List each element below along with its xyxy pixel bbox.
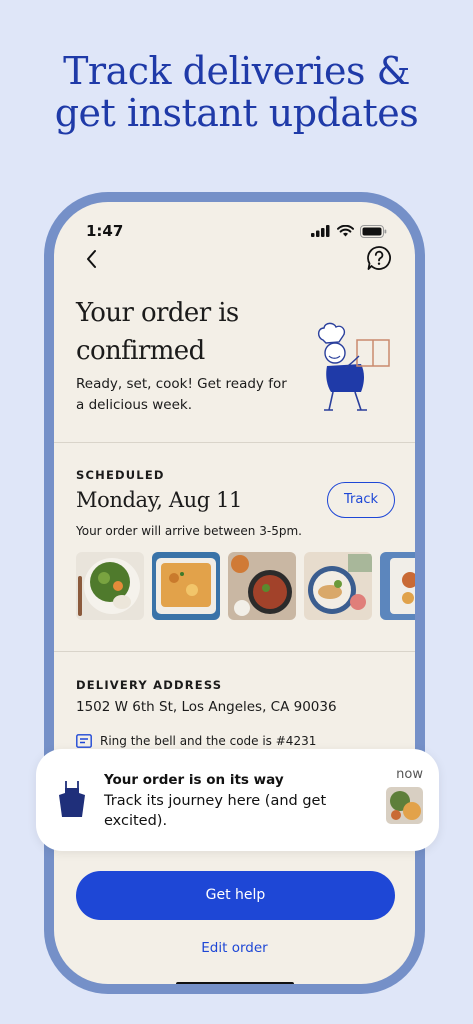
wifi-icon <box>337 225 354 237</box>
delivery-date: Monday, Aug 11 <box>76 488 242 512</box>
phone-screen: 1:47 Your order is confirmed Ready, set,… <box>54 202 415 984</box>
headline-line-1: Track deliveries & <box>63 49 410 93</box>
status-bar: 1:47 <box>86 222 387 240</box>
delivery-note: Ring the bell and the code is #4231 <box>76 734 316 748</box>
confirmation-subtitle: Ready, set, cook! Get ready for a delici… <box>76 376 287 413</box>
notification-time: now <box>396 767 423 782</box>
get-help-button[interactable]: Get help <box>76 871 395 920</box>
meal-thumbnail[interactable] <box>304 552 372 620</box>
note-icon <box>76 734 92 748</box>
salad-bowl-icon <box>76 552 144 620</box>
phone-frame: 1:47 Your order is confirmed Ready, set,… <box>44 192 425 994</box>
notification-title: Your order is on its way <box>104 772 284 788</box>
delivery-address: 1502 W 6th St, Los Angeles, CA 90036 <box>76 699 337 715</box>
home-indicator[interactable] <box>176 982 294 984</box>
notification-body: Track its journey here (and get excited)… <box>104 793 327 829</box>
chevron-left-icon[interactable] <box>80 246 106 272</box>
apron-icon <box>59 781 85 817</box>
plated-chicken-icon <box>304 552 372 620</box>
status-time: 1:47 <box>86 222 124 240</box>
meal-thumbnail[interactable] <box>380 552 415 620</box>
skillet-dish-icon <box>228 552 296 620</box>
divider <box>54 442 415 443</box>
sheet-pan-meal-icon <box>380 552 415 620</box>
headline: Track deliveries & get instant updates <box>0 50 473 134</box>
signal-icon <box>311 225 330 237</box>
meal-thumbnail[interactable] <box>76 552 144 620</box>
chef-illustration-icon <box>317 322 390 411</box>
scheduled-label: SCHEDULED <box>76 468 165 482</box>
meal-thumbnail[interactable] <box>228 552 296 620</box>
meal-thumbnails <box>76 552 415 622</box>
delivery-note-text: Ring the bell and the code is #4231 <box>100 734 317 748</box>
push-notification[interactable]: Your order is on its way Track its journ… <box>36 749 439 851</box>
baked-casserole-icon <box>152 552 220 620</box>
battery-icon <box>360 224 387 238</box>
meal-thumbnail[interactable] <box>152 552 220 620</box>
headline-line-2: get instant updates <box>54 91 419 135</box>
divider <box>54 651 415 652</box>
track-button[interactable]: Track <box>327 482 395 518</box>
notification-thumbnail <box>386 787 423 824</box>
nav-bar <box>80 244 393 274</box>
delivery-address-label: DELIVERY ADDRESS <box>76 678 223 692</box>
arrival-window: Your order will arrive between 3-5pm. <box>76 524 302 538</box>
question-bubble-icon[interactable] <box>365 244 393 272</box>
edit-order-link[interactable]: Edit order <box>54 940 415 956</box>
meal-image-icon <box>386 787 423 824</box>
page-title: Your order is confirmed <box>76 298 239 366</box>
